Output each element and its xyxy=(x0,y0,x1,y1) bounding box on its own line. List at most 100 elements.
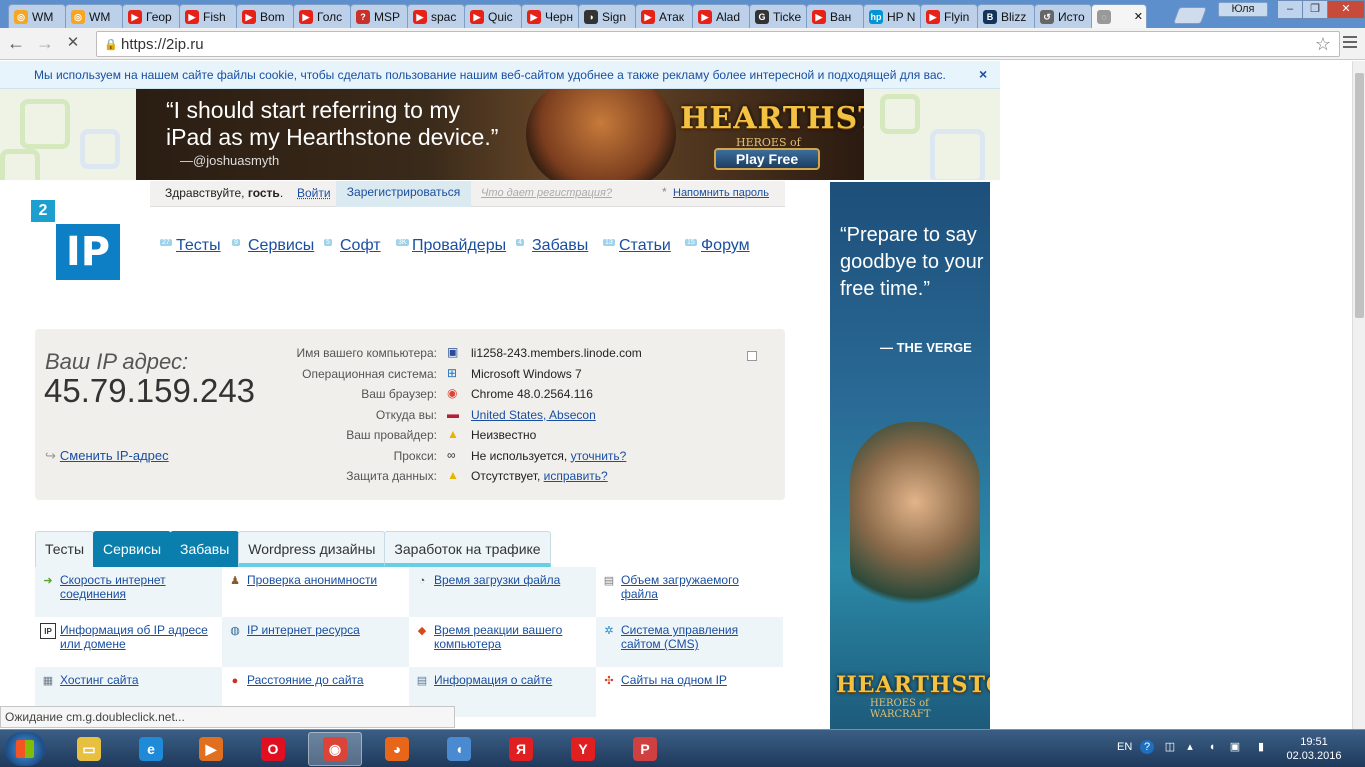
help-icon[interactable]: ? xyxy=(1140,740,1154,754)
nav-link[interactable]: Сервисы xyxy=(248,237,314,254)
logo-2[interactable]: 2 xyxy=(31,200,55,222)
browser-tab[interactable]: ▶ Геор xyxy=(122,4,180,28)
nav-item[interactable]: 27 Тесты xyxy=(160,237,221,255)
browser-tab[interactable]: ▶ Quic xyxy=(464,4,522,28)
service-item[interactable]: ♟ Проверка анонимности xyxy=(222,567,409,617)
close-window-button[interactable]: ✕ xyxy=(1327,0,1365,19)
taskbar-periscope-button[interactable]: P xyxy=(618,732,672,766)
service-item[interactable]: IP Информация об IP адресе или домене xyxy=(35,617,222,667)
nav-link[interactable]: Тесты xyxy=(176,237,221,254)
service-tab[interactable]: Сервисы xyxy=(93,531,172,567)
taskbar-chrome-button[interactable]: ◉ xyxy=(308,732,362,766)
nav-item[interactable]: 3K Провайдеры xyxy=(396,237,506,255)
browser-tab[interactable]: ▶ Fish xyxy=(179,4,237,28)
remind-password-link[interactable]: Напомнить пароль xyxy=(673,187,769,199)
taskbar-opera-button[interactable]: O xyxy=(246,732,300,766)
checkbox[interactable] xyxy=(747,351,757,361)
service-link[interactable]: Скорость интернет соединения xyxy=(60,573,166,601)
bookmark-star-icon[interactable]: ☆ xyxy=(1315,34,1331,55)
service-item[interactable]: ✣ Сайты на одном IP xyxy=(596,667,783,717)
signal-icon[interactable]: ▮ xyxy=(1254,740,1268,754)
browser-tab[interactable]: hp HP N xyxy=(863,4,921,28)
service-link[interactable]: Расстояние до сайта xyxy=(247,673,364,687)
service-item[interactable]: ◔ Время загрузки файла xyxy=(409,567,596,617)
taskbar-yandex-button[interactable]: Я xyxy=(494,732,548,766)
nav-item[interactable]: 4 Забавы xyxy=(516,237,588,255)
browser-tab[interactable]: B Blizz xyxy=(977,4,1035,28)
browser-tab[interactable]: ◎ WM xyxy=(8,4,66,28)
taskbar-yandex-browser-button[interactable]: Y xyxy=(556,732,610,766)
service-link[interactable]: Хостинг сайта xyxy=(60,673,139,687)
service-item[interactable]: ➜ Скорость интернет соединения xyxy=(35,567,222,617)
nav-link[interactable]: Софт xyxy=(340,237,381,254)
service-item[interactable]: ✲ Система управления сайтом (CMS) xyxy=(596,617,783,667)
browser-tab[interactable]: ▶ Черн xyxy=(521,4,579,28)
service-item[interactable]: ◆ Время реакции вашего компьютера xyxy=(409,617,596,667)
play-free-button[interactable]: Play Free xyxy=(714,148,820,170)
service-tab[interactable]: Wordpress дизайны xyxy=(238,531,386,567)
service-tab[interactable]: Заработок на трафике xyxy=(384,531,551,567)
minimize-button[interactable]: – xyxy=(1277,0,1303,19)
info-link[interactable]: уточнить? xyxy=(571,449,627,463)
nav-link[interactable]: Провайдеры xyxy=(412,237,506,254)
taskbar-firefox-button[interactable]: ◕ xyxy=(370,732,424,766)
browser-tab[interactable]: ▶ spac xyxy=(407,4,465,28)
chrome-menu-icon[interactable] xyxy=(1343,36,1357,51)
nav-link[interactable]: Забавы xyxy=(532,237,588,254)
nav-item[interactable]: 9 Сервисы xyxy=(232,237,314,255)
info-link[interactable]: исправить? xyxy=(544,469,608,483)
maximize-button[interactable]: ❐ xyxy=(1302,0,1328,19)
speaker-icon[interactable]: ◖ xyxy=(1205,740,1219,754)
taskbar-ie-button[interactable]: e xyxy=(124,732,178,766)
browser-tab[interactable]: ▶ Bom xyxy=(236,4,294,28)
service-link[interactable]: IP интернет ресурса xyxy=(247,623,360,637)
network-icon[interactable]: ◫ xyxy=(1163,740,1177,754)
browser-tab[interactable]: ↺ Исто xyxy=(1034,4,1092,28)
change-ip-link[interactable]: Сменить IP-адрес xyxy=(60,448,169,463)
close-tab-icon[interactable]: ✕ xyxy=(1134,10,1143,23)
what-registration-gives-link[interactable]: Что дает регистрация? xyxy=(481,187,612,199)
taskbar-explorer-button[interactable]: ▭ xyxy=(62,732,116,766)
url-text[interactable]: https://2ip.ru xyxy=(121,36,204,53)
nav-item[interactable]: 15 Форум xyxy=(685,237,750,255)
service-item[interactable]: ▤ Объем загружаемого файла xyxy=(596,567,783,617)
logo-ip[interactable]: IP xyxy=(56,224,120,280)
nav-item[interactable]: 5 Софт xyxy=(324,237,381,255)
browser-tab[interactable]: ▶ Alad xyxy=(692,4,750,28)
ip-address[interactable]: 45.79.159.243 xyxy=(44,372,255,410)
new-tab-button[interactable] xyxy=(1172,7,1208,24)
nav-item[interactable]: 13 Статьи xyxy=(603,237,671,255)
address-bar[interactable]: 🔒 https://2ip.ru ☆ xyxy=(96,31,1340,57)
register-button[interactable]: Зарегистрироваться xyxy=(336,181,471,207)
profile-button[interactable]: Юля xyxy=(1218,2,1268,17)
change-ip[interactable]: ↪ Сменить IP-адрес xyxy=(45,448,169,464)
browser-tab[interactable]: ? MSP xyxy=(350,4,408,28)
service-link[interactable]: Информация об IP адресе или домене xyxy=(60,623,208,651)
usb-icon[interactable]: ▣ xyxy=(1228,740,1242,754)
stop-button[interactable]: ✕ xyxy=(63,35,83,53)
browser-tab[interactable]: ▶ Ван xyxy=(806,4,864,28)
service-link[interactable]: Сайты на одном IP xyxy=(621,673,727,687)
info-link[interactable]: United States, Absecon xyxy=(471,408,596,422)
browser-tab[interactable]: ▶ Атак xyxy=(635,4,693,28)
browser-tab[interactable]: G Ticke xyxy=(749,4,807,28)
browser-tab[interactable]: ◌ ✕ xyxy=(1091,4,1147,28)
language-indicator[interactable]: EN xyxy=(1117,741,1132,753)
taskbar-volume-button[interactable]: ◖ xyxy=(432,732,486,766)
browser-tab[interactable]: ◎ WM xyxy=(65,4,123,28)
service-link[interactable]: Время реакции вашего компьютера xyxy=(434,623,562,651)
nav-link[interactable]: Статьи xyxy=(619,237,671,254)
clock[interactable]: 19:51 02.03.2016 xyxy=(1284,735,1344,763)
hearthstone-side-ad[interactable]: “Prepare to say goodbye to your free tim… xyxy=(830,182,990,729)
service-link[interactable]: Объем загружаемого файла xyxy=(621,573,739,601)
hearthstone-ad-banner[interactable]: “I should start referring to my iPad as … xyxy=(136,89,864,180)
service-item[interactable]: ◍ IP интернет ресурса xyxy=(222,617,409,667)
login-link[interactable]: Войти xyxy=(297,186,331,200)
browser-tab[interactable]: ◑ Sign xyxy=(578,4,636,28)
cookie-close-icon[interactable]: × xyxy=(979,66,987,82)
service-link[interactable]: Информация о сайте xyxy=(434,673,552,687)
browser-tab[interactable]: ▶ Flyin xyxy=(920,4,978,28)
browser-tab[interactable]: ▶ Голс xyxy=(293,4,351,28)
start-button[interactable] xyxy=(5,732,45,766)
taskbar-media-button[interactable]: ▶ xyxy=(184,732,238,766)
